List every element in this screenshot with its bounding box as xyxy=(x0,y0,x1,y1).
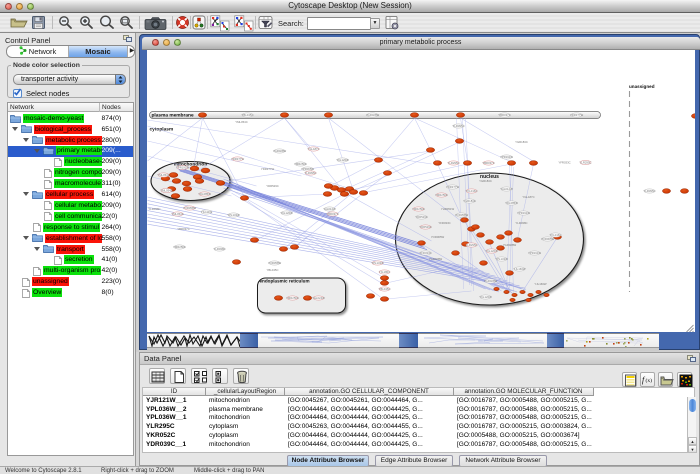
svg-text:YOR358W: YOR358W xyxy=(182,206,196,210)
svg-text:YPL132W: YPL132W xyxy=(227,213,240,217)
svg-text:YPR191W: YPR191W xyxy=(516,211,529,215)
svg-text:endoplasmic reticulum: endoplasmic reticulum xyxy=(259,279,309,284)
svg-text:YBL045C: YBL045C xyxy=(266,268,278,272)
svg-text:YFR033C: YFR033C xyxy=(438,221,450,225)
svg-text:YPR191W: YPR191W xyxy=(175,166,188,170)
svg-text:YLR038C: YLR038C xyxy=(515,221,527,225)
svg-text:YLR038C: YLR038C xyxy=(213,247,225,251)
svg-text:YBL045C: YBL045C xyxy=(378,287,390,291)
svg-text:YDR377W: YDR377W xyxy=(260,167,274,171)
svg-text:YKL120W: YKL120W xyxy=(485,249,498,253)
svg-text:YBR037C: YBR037C xyxy=(177,227,189,231)
svg-text:YPL132W: YPL132W xyxy=(371,261,384,265)
svg-text:YJL166W: YJL166W xyxy=(513,267,525,271)
svg-text:YOR065W: YOR065W xyxy=(540,237,554,241)
svg-text:YLR395C: YLR395C xyxy=(452,124,464,128)
svg-text:YGR028W: YGR028W xyxy=(365,113,379,117)
svg-text:YKL016C: YKL016C xyxy=(465,189,477,193)
svg-text:plasma membrane: plasma membrane xyxy=(151,113,193,119)
svg-text:YML054C: YML054C xyxy=(160,189,172,193)
svg-text:YBL045C: YBL045C xyxy=(241,113,253,117)
svg-text:YMR256C: YMR256C xyxy=(286,296,299,300)
svg-text:YPR191W: YPR191W xyxy=(527,251,540,255)
svg-text:YDR529C: YDR529C xyxy=(266,184,279,188)
svg-text:YJL166W: YJL166W xyxy=(534,282,546,286)
svg-text:YMR256C: YMR256C xyxy=(435,193,448,197)
svg-text:YLR395C: YLR395C xyxy=(304,171,316,175)
svg-text:YOR065W: YOR065W xyxy=(430,235,444,239)
svg-text:YGR028W: YGR028W xyxy=(502,243,516,247)
svg-text:YEL024W: YEL024W xyxy=(312,296,325,300)
svg-text:YIL111W: YIL111W xyxy=(200,210,211,214)
svg-text:YGR183C: YGR183C xyxy=(515,140,528,144)
svg-text:YML054C: YML054C xyxy=(157,173,169,177)
svg-text:YLR295C: YLR295C xyxy=(579,161,591,165)
svg-text:YFR033C: YFR033C xyxy=(419,251,431,255)
svg-text:YBR037C: YBR037C xyxy=(326,212,338,216)
svg-text:YLR295C: YLR295C xyxy=(447,161,459,165)
svg-text:unassigned: unassigned xyxy=(629,84,655,89)
svg-text:(x): (x) xyxy=(646,377,653,384)
svg-text:YHR051W: YHR051W xyxy=(440,207,454,211)
svg-text:YMR256C: YMR256C xyxy=(412,207,425,211)
svg-text:YAL012W: YAL012W xyxy=(323,207,336,211)
svg-text:YML054C: YML054C xyxy=(171,212,183,216)
svg-text:YGR028W: YGR028W xyxy=(428,257,442,261)
svg-text:YML054C: YML054C xyxy=(235,120,247,124)
svg-text:YKL120W: YKL120W xyxy=(479,295,492,299)
svg-text:YOR358W: YOR358W xyxy=(267,261,281,265)
svg-text:cytoplasm: cytoplasm xyxy=(149,127,173,133)
svg-text:YDR377W: YDR377W xyxy=(230,157,244,161)
svg-text:YLR038C: YLR038C xyxy=(148,207,160,211)
svg-text:YBR037C: YBR037C xyxy=(498,113,510,117)
svg-text:YMR256C: YMR256C xyxy=(173,245,186,249)
svg-text:YBR037C: YBR037C xyxy=(482,161,494,165)
svg-text:YPR191W: YPR191W xyxy=(499,155,512,159)
svg-text:YLR295C: YLR295C xyxy=(465,243,477,247)
svg-text:YLR395C: YLR395C xyxy=(643,189,655,193)
svg-text:YKL120W: YKL120W xyxy=(280,211,293,215)
svg-text:YDL085W: YDL085W xyxy=(505,201,518,205)
svg-text:YJL180C: YJL180C xyxy=(378,270,390,274)
svg-text:YDR529C: YDR529C xyxy=(415,215,428,219)
svg-text:YDL085W: YDL085W xyxy=(198,192,211,196)
svg-text:YFR033C: YFR033C xyxy=(558,161,570,165)
svg-text:YGR183C: YGR183C xyxy=(463,199,476,203)
svg-text:YDR377W: YDR377W xyxy=(569,113,583,117)
svg-text:YGL187C: YGL187C xyxy=(307,147,319,151)
svg-text:YPL132W: YPL132W xyxy=(495,257,508,261)
svg-text:YDR529C: YDR529C xyxy=(419,225,432,229)
svg-text:YDR377W: YDR377W xyxy=(445,185,459,189)
svg-text:YKL120W: YKL120W xyxy=(336,158,349,162)
svg-text:YGR183C: YGR183C xyxy=(479,179,492,183)
svg-text:YGL187C: YGL187C xyxy=(522,195,534,199)
svg-text:YMR256C: YMR256C xyxy=(294,162,307,166)
svg-text:YGR028W: YGR028W xyxy=(272,149,286,153)
svg-text:YAL012W: YAL012W xyxy=(500,187,513,191)
svg-text:YOR358W: YOR358W xyxy=(454,213,468,217)
svg-text:YGR028W: YGR028W xyxy=(483,279,497,283)
